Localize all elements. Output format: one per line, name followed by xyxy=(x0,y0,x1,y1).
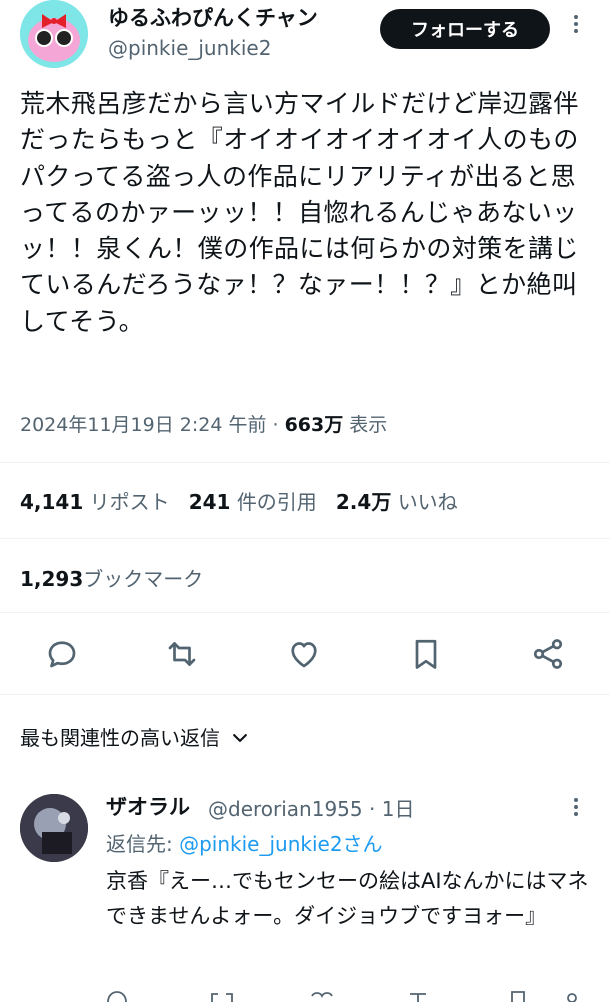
tweet-text: 荒木飛呂彦だから言い方マイルドだけど岸辺露伴だったらもっと『オイオイオイオイオイ… xyxy=(20,89,579,336)
reply-to-prefix: 返信先: xyxy=(106,832,180,856)
reply-text: 京香『えー…でもセンセーの絵はAIなんかにはマネできませんよォー。ダイジョウブで… xyxy=(106,869,589,928)
divider xyxy=(0,462,610,463)
divider xyxy=(0,694,610,695)
views-count: 663万 xyxy=(284,414,344,436)
reposts-count: 4,141 xyxy=(20,490,84,514)
bookmarks-stat[interactable]: 1,293ブックマーク xyxy=(20,563,203,592)
repost-icon[interactable] xyxy=(164,636,200,672)
reply-separator: · xyxy=(362,797,382,821)
like-icon[interactable] xyxy=(286,636,322,672)
reply-actions-partial xyxy=(107,991,577,1003)
likes-stat[interactable]: 2.4万 いいね xyxy=(336,490,458,514)
author-display-name[interactable]: ゆるふわぴんくチャン xyxy=(108,2,318,32)
reply-handle[interactable]: @derorian1955 xyxy=(208,797,363,821)
likes-label: いいね xyxy=(397,490,458,514)
chevron-down-icon xyxy=(233,734,248,742)
tweet-stats: 4,141 リポスト 241 件の引用 2.4万 いいね xyxy=(20,486,458,515)
reply-avatar-image xyxy=(20,794,88,862)
tweet-timestamp[interactable]: 2024年11月19日 2:24 午前 xyxy=(20,414,266,436)
likes-count: 2.4万 xyxy=(335,490,392,514)
quotes-stat[interactable]: 241 件の引用 xyxy=(189,490,317,514)
reposts-stat[interactable]: 4,141 リポスト xyxy=(20,490,170,514)
reply-time[interactable]: 1日 xyxy=(382,797,415,821)
replies-sort-label: 最も関連性の高い返信 xyxy=(20,726,220,750)
quotes-count: 241 xyxy=(188,490,231,514)
more-icon[interactable] xyxy=(564,12,588,42)
replies-sort[interactable]: 最も関連性の高い返信 xyxy=(20,722,250,751)
follow-button[interactable]: フォローする xyxy=(380,9,550,49)
bookmarks-count: 1,293 xyxy=(20,567,84,591)
reply-to: 返信先: @pinkie_junkie2さん xyxy=(106,828,383,857)
author-avatar[interactable] xyxy=(20,0,88,68)
reposts-label: リポスト xyxy=(89,490,170,514)
reply-handle-time: @derorian1955 · 1日 xyxy=(208,793,414,822)
tweet-meta: 2024年11月19日 2:24 午前 · 663万 表示 xyxy=(20,410,387,437)
more-icon[interactable] xyxy=(564,795,588,825)
divider xyxy=(0,612,610,613)
reply-to-link[interactable]: @pinkie_junkie2さん xyxy=(179,832,382,856)
avatar-image xyxy=(20,0,88,68)
bookmarks-label: ブックマーク xyxy=(83,567,204,591)
reply-display-name[interactable]: ザオラル xyxy=(106,791,190,821)
bookmark-icon[interactable] xyxy=(408,636,444,672)
share-icon[interactable] xyxy=(530,636,566,672)
reply-action-bar xyxy=(106,982,596,1003)
reply-avatar[interactable] xyxy=(20,794,88,862)
views-label: 表示 xyxy=(349,414,388,436)
reply-icon[interactable] xyxy=(44,636,80,672)
meta-separator: · xyxy=(266,414,285,436)
author-handle[interactable]: @pinkie_junkie2 xyxy=(108,36,271,60)
quotes-label: 件の引用 xyxy=(236,490,317,514)
divider xyxy=(0,538,610,539)
